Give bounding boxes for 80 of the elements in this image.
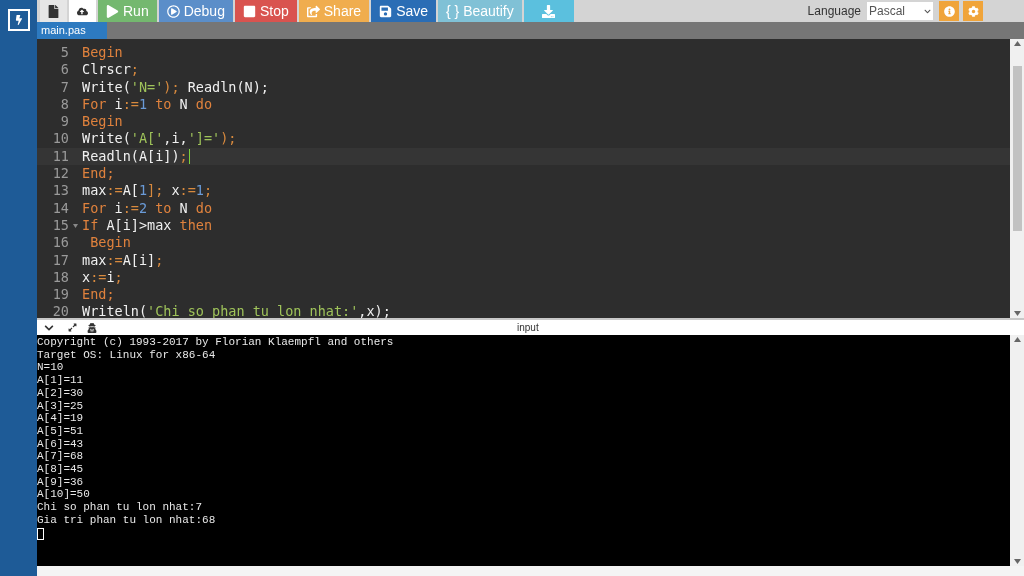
code-line: End;	[82, 286, 115, 304]
file-icon	[48, 4, 59, 18]
save-icon	[379, 4, 393, 18]
line-number: 6	[59, 61, 69, 79]
line-number: 18	[51, 268, 69, 287]
console-line: A[7]=68	[37, 450, 84, 464]
console-title: input	[517, 321, 539, 335]
console-line: A[8]=45	[37, 463, 84, 476]
file-tab[interactable]: main.pas	[37, 22, 107, 39]
scroll-down-icon	[1013, 559, 1021, 564]
line-number: 14	[51, 199, 69, 217]
language-select[interactable]: Pascal	[867, 2, 933, 20]
beautify-button[interactable]: { } Beautify	[438, 0, 522, 22]
code-line: End;	[82, 165, 115, 183]
scrollbar[interactable]	[1010, 39, 1024, 318]
debug-button[interactable]: Debug	[158, 0, 233, 22]
stop-button[interactable]: Stop	[234, 0, 297, 22]
download-icon	[542, 4, 556, 18]
save-button[interactable]: Save	[371, 0, 437, 22]
logo-icon[interactable]	[7, 9, 30, 31]
code-line: max:=A[i];	[82, 251, 164, 269]
line-number: 7	[59, 78, 69, 96]
console-line: Copyright (c) 1993-2017 by Florian Klaempfl and others	[37, 336, 394, 349]
line-number: 15	[51, 216, 69, 235]
line-number: 11	[51, 147, 69, 166]
code-line: Readln(A[i]);	[82, 147, 190, 166]
code-line: For i:=1 to N do	[82, 95, 213, 114]
code-line: x:=i;	[82, 268, 123, 287]
console-line: A[3]=25	[37, 399, 84, 413]
code-line: Begin	[89, 234, 131, 252]
console-line: A[10]=50	[37, 488, 90, 502]
line-number: 17	[51, 251, 69, 269]
info-button[interactable]	[939, 1, 959, 21]
scroll-up-icon	[1013, 337, 1021, 342]
download-button[interactable]	[523, 0, 574, 22]
line-number: 12	[51, 165, 69, 183]
code-line: Begin	[82, 44, 123, 62]
code-line: Write('A[',i,']=');	[82, 130, 237, 148]
line-number: 10	[51, 130, 69, 148]
stop-icon	[242, 4, 256, 18]
scroll-down-icon	[1013, 311, 1021, 316]
run-button[interactable]: Run	[98, 0, 157, 22]
line-number: 8	[59, 95, 69, 114]
new-button[interactable]	[40, 0, 67, 22]
line-number: 9	[59, 113, 69, 131]
terminal-cursor	[37, 527, 44, 540]
console-line: Chi so phan tu lon nhat:7	[37, 501, 203, 514]
person-icon	[87, 322, 97, 333]
caret-icon	[924, 7, 931, 15]
info-icon	[943, 5, 955, 17]
line-number: 16	[51, 234, 69, 252]
line-number: 20	[51, 303, 69, 318]
language-label: Language	[807, 3, 861, 20]
console-line: A[4]=19	[37, 412, 84, 425]
console-line: A[5]=51	[37, 424, 84, 438]
code-line: For i:=2 to N do	[82, 199, 213, 217]
code-editor[interactable]	[37, 39, 1010, 318]
settings-button[interactable]	[963, 1, 983, 21]
code-line: If A[i]>max then	[82, 216, 213, 235]
code-line: Begin	[82, 113, 123, 131]
console-line: A[6]=43	[37, 437, 84, 451]
console-line: Target OS: Linux for x86-64	[37, 348, 216, 362]
line-number: 19	[51, 286, 69, 304]
upload-button[interactable]	[69, 0, 96, 22]
line-number: 5	[59, 44, 69, 62]
scroll-up-icon	[1013, 41, 1021, 46]
settings-icon	[967, 5, 979, 17]
console-line: A[1]=11	[37, 374, 84, 387]
collapse-icon	[44, 322, 54, 333]
play-icon	[106, 4, 119, 18]
line-number: 13	[51, 182, 69, 200]
console-line: A[9]=36	[37, 475, 84, 489]
share-icon	[306, 4, 320, 18]
console-line: A[2]=30	[37, 386, 84, 400]
expand-icon	[68, 323, 77, 332]
console-line: N=10	[37, 361, 64, 375]
code-line: Write('N='); Readln(N);	[82, 78, 269, 96]
code-line: Clrscr;	[82, 61, 139, 79]
console-line: Gia tri phan tu lon nhat:68	[37, 513, 216, 527]
code-line: max:=A[1]; x:=1;	[82, 182, 213, 200]
